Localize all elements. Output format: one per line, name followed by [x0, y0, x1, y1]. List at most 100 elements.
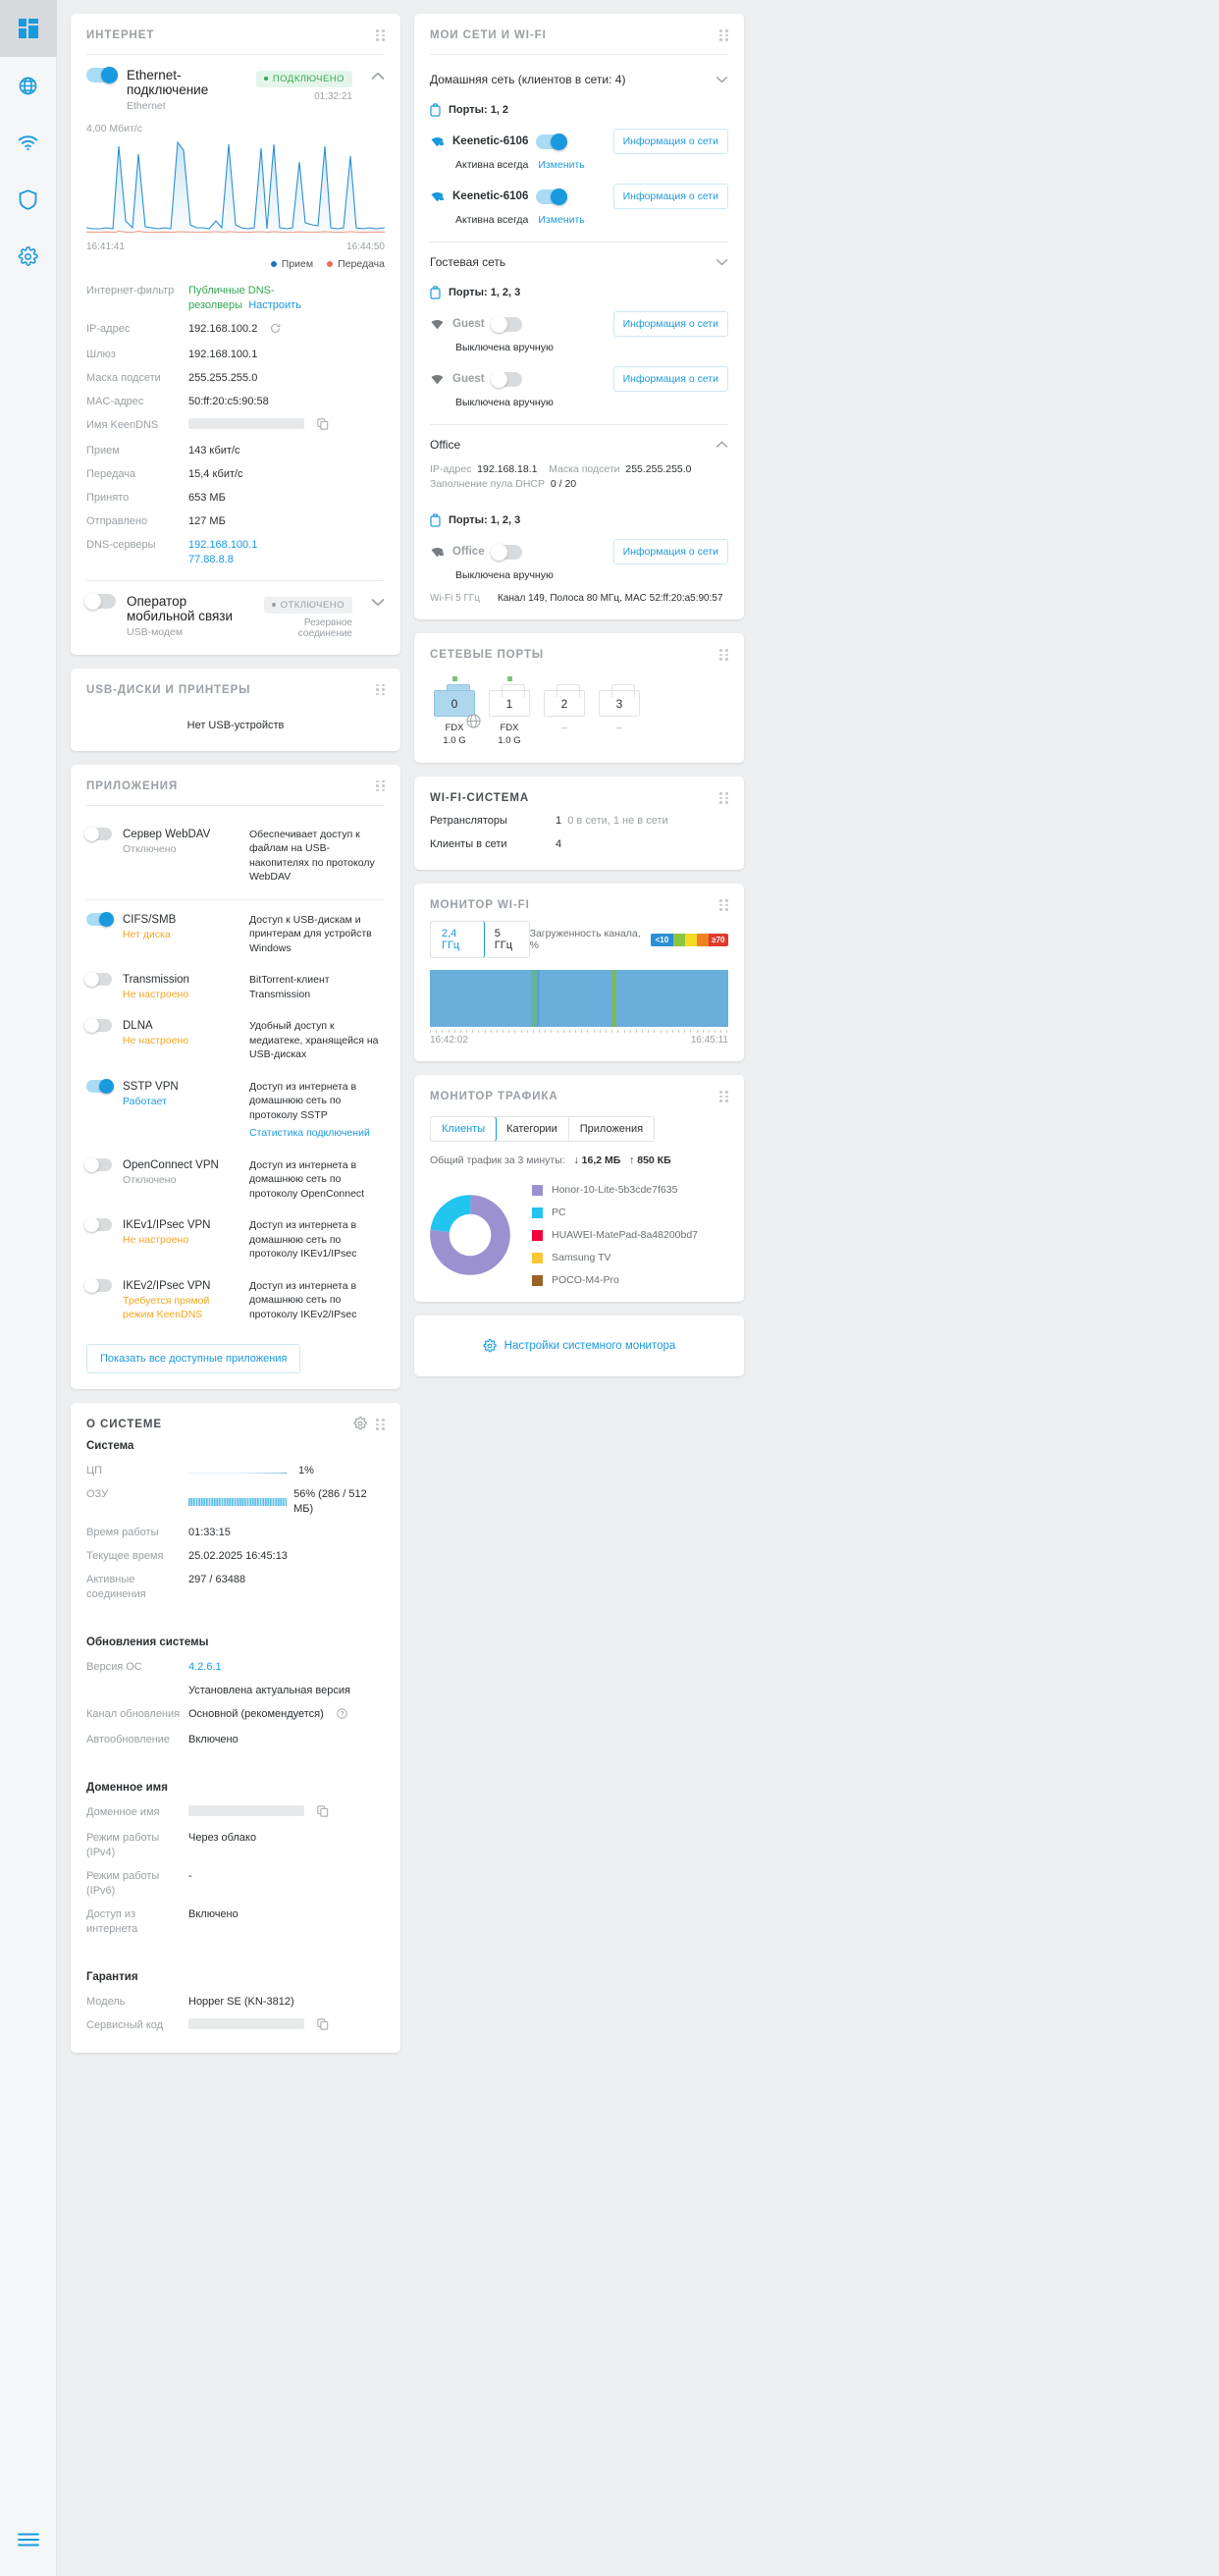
help-icon[interactable]	[337, 1708, 347, 1724]
chevron-down-icon[interactable]	[716, 255, 728, 269]
ssid-toggle[interactable]	[536, 189, 565, 204]
traffic-donut-chart	[430, 1195, 510, 1275]
app-row-openconnect: OpenConnect VPN Отключено Доступ из инте…	[86, 1150, 385, 1210]
tab-clients[interactable]: Клиенты	[430, 1116, 497, 1142]
app-toggle-ikev2[interactable]	[86, 1279, 112, 1292]
app-toggle-dlna[interactable]	[86, 1019, 112, 1032]
wifi-chart-time-axis: 16:42:02 16:45:11	[430, 1035, 728, 1046]
sidebar-item-security[interactable]	[0, 171, 57, 228]
copy-icon[interactable]	[317, 418, 329, 435]
sidebar-item-dashboard[interactable]	[0, 0, 57, 57]
drag-handle-icon[interactable]	[719, 649, 730, 660]
internet-card-title: ИНТЕРНЕТ	[86, 29, 385, 41]
chevron-up-icon[interactable]	[716, 438, 728, 452]
ports-card-title: СЕТЕВЫЕ ПОРТЫ	[430, 649, 728, 661]
copy-icon[interactable]	[317, 1805, 329, 1822]
mobile-operator-toggle[interactable]	[86, 594, 116, 609]
sidebar-item-internet[interactable]	[0, 57, 57, 114]
drag-handle-icon[interactable]	[719, 792, 730, 803]
cpu-bar	[188, 1468, 287, 1476]
traffic-donut-area: Honor-10-Lite-5b3cde7f635 PC HUAWEI-Mate…	[430, 1184, 728, 1286]
network-group-guest-header[interactable]: Гостевая сеть	[430, 250, 728, 272]
port-0[interactable]: 0 FDX1.0 G	[434, 676, 475, 747]
office-ports-row: Порты: 1, 2, 3	[430, 513, 728, 527]
os-version-link[interactable]: 4.2.6.1	[188, 1661, 222, 1673]
expand-chevron-down-icon[interactable]	[371, 594, 385, 612]
app-toggle-transmission[interactable]	[86, 973, 112, 986]
internet-connection-toggle[interactable]	[86, 68, 116, 82]
wifi-monitor-title: МОНИТОР WI-FI	[430, 899, 728, 911]
tab-categories[interactable]: Категории	[496, 1117, 569, 1141]
occupancy-label: Загруженность канала, %	[530, 928, 643, 951]
ssid-edit-link[interactable]: Изменить	[538, 214, 584, 226]
ssid-toggle[interactable]	[493, 317, 522, 332]
drag-handle-icon[interactable]	[376, 29, 387, 40]
app-description: Доступ из интернета в домашнюю сеть по п…	[249, 1279, 385, 1322]
dns-server-2[interactable]: 77.88.8.8	[188, 554, 234, 565]
dns-server-1[interactable]: 192.168.100.1	[188, 539, 257, 551]
collapse-chevron-up-icon[interactable]	[371, 68, 385, 85]
drag-handle-icon[interactable]	[719, 29, 730, 40]
chart-legend: Прием Передача	[86, 258, 385, 270]
network-info-button[interactable]: Информация о сети	[613, 311, 728, 337]
drag-handle-icon[interactable]	[376, 780, 387, 791]
app-row-sstp: SSTP VPN Работает Доступ из интернета в …	[86, 1071, 385, 1150]
port-3[interactable]: 3 –	[599, 676, 640, 747]
network-info-button[interactable]: Информация о сети	[613, 184, 728, 209]
scale-low: <10	[651, 934, 673, 946]
network-group-home-header[interactable]: Домашняя сеть (клиентов в сети: 4)	[430, 68, 728, 89]
network-info-button[interactable]: Информация о сети	[613, 539, 728, 564]
ssid-status: Выключена вручную	[455, 342, 554, 353]
app-name: OpenConnect VPN	[123, 1158, 238, 1172]
lan-port-icon	[430, 286, 441, 299]
port-2[interactable]: 2 –	[544, 676, 585, 747]
menu-icon	[18, 2533, 39, 2547]
ssid-toggle[interactable]	[536, 134, 565, 149]
ssid-toggle[interactable]	[493, 545, 522, 560]
refresh-icon[interactable]	[270, 323, 281, 339]
apps-card: ПРИЛОЖЕНИЯ Сервер WebDAV Отключено Обесп…	[71, 765, 400, 1390]
app-toggle-ikev1[interactable]	[86, 1218, 112, 1231]
tab-5ghz[interactable]: 5 ГГц	[484, 922, 529, 957]
chevron-down-icon[interactable]	[716, 73, 728, 86]
legend-item-1: PC	[532, 1207, 698, 1218]
app-toggle-sstp[interactable]	[86, 1080, 112, 1093]
drag-handle-icon[interactable]	[376, 1419, 387, 1429]
sidebar-menu-button[interactable]	[0, 2503, 57, 2576]
system-monitor-settings-link[interactable]: Настройки системного монитора	[430, 1335, 728, 1357]
show-all-apps-button[interactable]: Показать все доступные приложения	[86, 1344, 300, 1373]
copy-icon[interactable]	[317, 2018, 329, 2035]
port-1[interactable]: 1 FDX1.0 G	[489, 676, 530, 747]
usb-card: USB-ДИСКИ И ПРИНТЕРЫ Нет USB-устройств	[71, 669, 400, 751]
network-group-office-header[interactable]: Office	[430, 433, 728, 455]
tab-applications[interactable]: Приложения	[569, 1117, 654, 1141]
redacted-value	[188, 1805, 304, 1816]
lan-port-icon	[430, 513, 441, 527]
app-toggle-openconnect[interactable]	[86, 1158, 112, 1171]
wifi-time-start: 16:42:02	[430, 1035, 468, 1046]
network-info-button[interactable]: Информация о сети	[613, 366, 728, 392]
tab-24ghz[interactable]: 2,4 ГГц	[430, 921, 485, 958]
divider	[430, 424, 728, 425]
network-info-button[interactable]: Информация о сети	[613, 129, 728, 154]
warranty-row-servicecode: Сервисный код	[86, 2018, 385, 2035]
drag-handle-icon[interactable]	[719, 1091, 730, 1101]
monitor-settings-card: Настройки системного монитора	[414, 1315, 744, 1376]
wifi-system-card: WI-FI-СИСТЕМА Ретрансляторы 1 0 в сети, …	[414, 777, 744, 870]
filter-configure-link[interactable]: Настроить	[248, 299, 301, 311]
domain-row-internet-access: Доступ из интернета Включено	[86, 1907, 385, 1937]
sidebar-item-settings[interactable]	[0, 228, 57, 285]
system-settings-gear-icon[interactable]	[353, 1417, 367, 1435]
sstp-stats-link[interactable]: Статистика подключений	[249, 1127, 370, 1139]
drag-handle-icon[interactable]	[376, 684, 387, 695]
ssid-edit-link[interactable]: Изменить	[538, 159, 584, 171]
sidebar-item-wifi[interactable]	[0, 114, 57, 171]
dashboard-icon	[19, 19, 38, 38]
app-toggle-webdav[interactable]	[86, 828, 112, 840]
legend-item-0: Honor-10-Lite-5b3cde7f635	[532, 1184, 698, 1196]
ssid-row-home-1: Keenetic-6106 Информация о сети	[430, 129, 728, 154]
drag-handle-icon[interactable]	[719, 899, 730, 910]
app-toggle-cifs[interactable]	[86, 913, 112, 926]
wifi-icon	[18, 134, 38, 151]
ssid-toggle[interactable]	[493, 372, 522, 387]
